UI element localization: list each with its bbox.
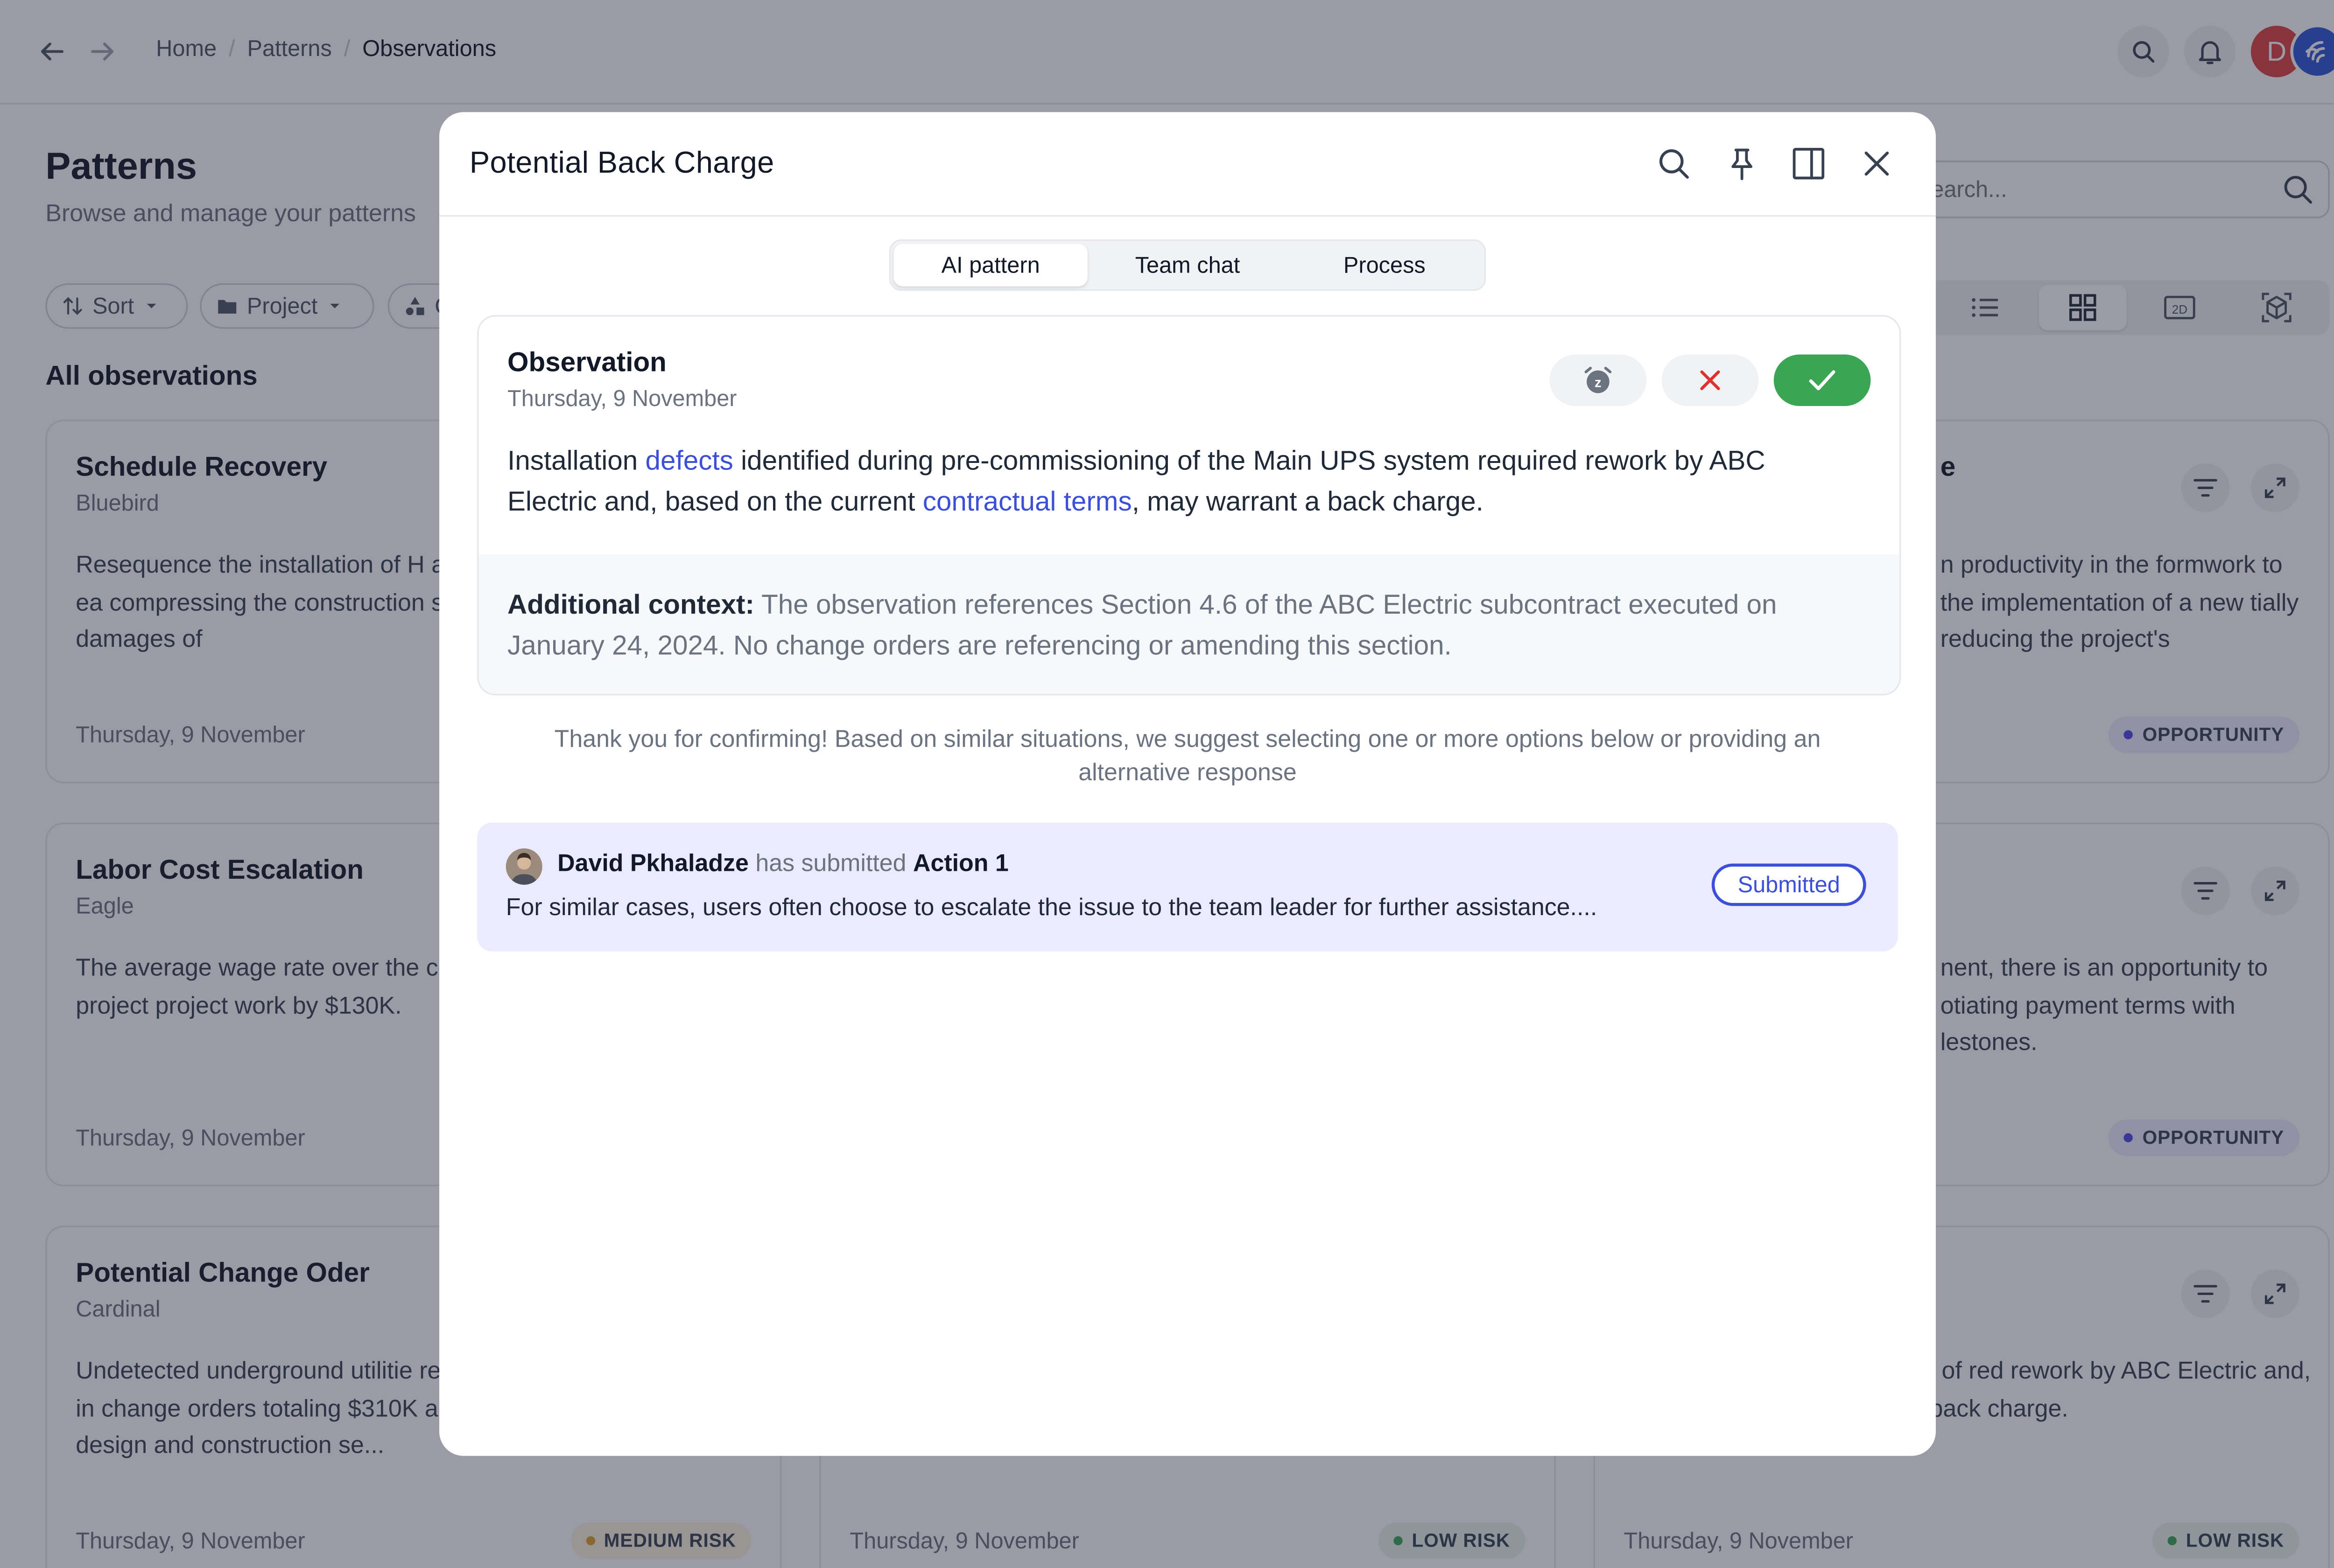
confirmation-message: Thank you for confirming! Based on simil… [554, 727, 1821, 786]
close-icon [1700, 370, 1720, 390]
observation-heading: Observation [507, 347, 667, 378]
alarm-clock-icon: z [1584, 366, 1612, 393]
submission-summary: David Pkhaladze has submitted Action 1 [557, 851, 1009, 877]
modal-title: Potential Back Charge [469, 147, 774, 181]
modal-tabs: AI pattern Team chat Process [889, 239, 1486, 291]
avatar [506, 848, 542, 885]
pin-button[interactable] [1721, 142, 1763, 185]
close-button[interactable] [1856, 142, 1898, 185]
pattern-detail-modal: Potential Back Charge AI pattern Team ch… [439, 112, 1936, 1456]
additional-context: Additional context: The observation refe… [478, 554, 1900, 694]
reject-button[interactable] [1661, 354, 1759, 406]
submitter-name: David Pkhaladze [557, 851, 749, 877]
close-icon [1864, 151, 1889, 176]
tab-process[interactable]: Process [1287, 244, 1481, 287]
observation-date: Thursday, 9 November [507, 386, 737, 413]
observation-panel: Observation Thursday, 9 November z Insta… [477, 315, 1901, 696]
search-icon [1659, 149, 1689, 179]
submitted-action: Action 1 [913, 851, 1009, 877]
submission-text: For similar cases, users often choose to… [506, 895, 1597, 921]
submitted-status-badge: Submitted [1711, 863, 1866, 906]
submission-card[interactable]: David Pkhaladze has submitted Action 1 F… [477, 822, 1898, 952]
modal-header: Potential Back Charge [439, 112, 1936, 217]
svg-text:z: z [1595, 375, 1602, 390]
context-label: Additional context: [507, 589, 754, 620]
contractual-terms-link[interactable]: contractual terms [923, 486, 1132, 517]
tab-team-chat[interactable]: Team chat [1090, 244, 1284, 287]
tab-ai-pattern[interactable]: AI pattern [893, 244, 1088, 287]
check-icon [1809, 370, 1835, 391]
pin-icon [1731, 148, 1753, 180]
observation-text: Installation defects identified during p… [507, 445, 1765, 517]
side-panel-icon [1793, 147, 1825, 180]
snooze-button[interactable]: z [1549, 354, 1647, 406]
defects-link[interactable]: defects [646, 445, 733, 476]
confirm-button[interactable] [1773, 354, 1871, 406]
modal-search-button[interactable] [1652, 142, 1695, 185]
side-panel-button[interactable] [1787, 142, 1830, 185]
